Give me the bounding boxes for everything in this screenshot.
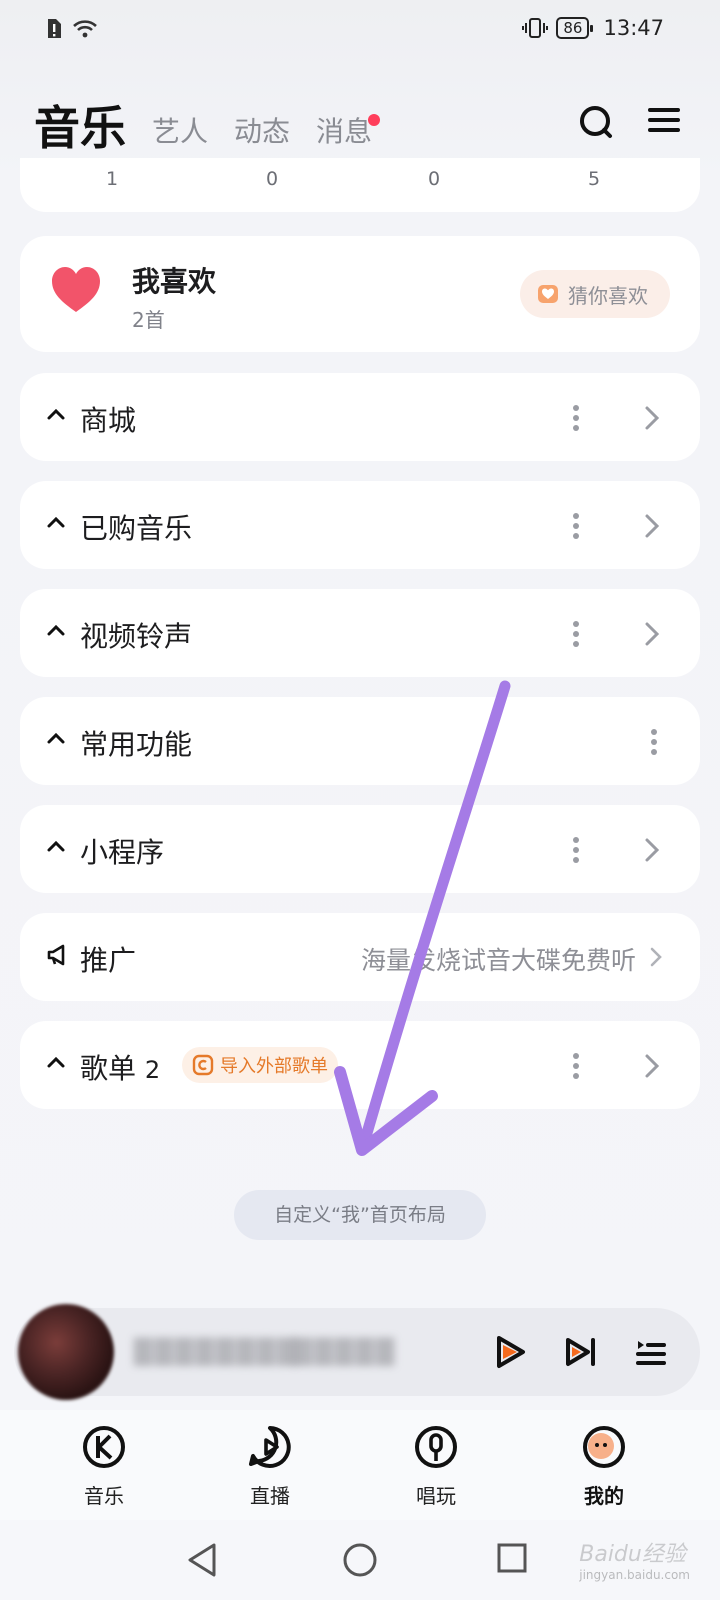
top-actions <box>578 104 680 140</box>
more-vertical-icon[interactable] <box>572 837 580 863</box>
guess-you-like-button[interactable]: 猜你喜欢 <box>520 270 670 318</box>
stats-card: 1 0 0 5 <box>20 158 700 212</box>
status-right: 86 13:47 <box>522 16 664 40</box>
album-cover[interactable] <box>18 1304 114 1400</box>
import-playlist-label: 导入外部歌单 <box>220 1056 328 1077</box>
player-artist: █████ <box>294 1338 397 1366</box>
mini-player[interactable]: ████████ █████ <box>14 1304 700 1400</box>
section-playlists[interactable]: 歌单 2 导入外部歌单 <box>20 1021 700 1109</box>
home-icon[interactable] <box>342 1542 378 1578</box>
heart-box-icon <box>538 285 558 303</box>
section-title: 已购音乐 <box>80 512 193 545</box>
section-purchased-music[interactable]: 已购音乐 <box>20 481 700 569</box>
playlist-queue-icon[interactable] <box>634 1336 666 1368</box>
customize-layout-button[interactable]: 自定义“我”首页布局 <box>234 1190 486 1240</box>
favorites-title: 我喜欢 <box>132 265 217 298</box>
section-title: 小程序 <box>80 836 165 869</box>
more-vertical-icon[interactable] <box>650 729 658 755</box>
tab-feed[interactable]: 动态 <box>234 108 290 156</box>
play-icon[interactable] <box>494 1334 528 1370</box>
nav-label: 唱玩 <box>416 1484 456 1508</box>
status-left <box>46 18 98 40</box>
chevron-right-icon[interactable] <box>644 621 660 647</box>
nav-music[interactable]: 音乐 <box>44 1424 164 1509</box>
chevron-right-icon[interactable] <box>644 405 660 431</box>
more-vertical-icon[interactable] <box>572 1053 580 1079</box>
import-playlist-button[interactable]: 导入外部歌单 <box>182 1047 338 1083</box>
chevron-up-icon[interactable] <box>46 839 66 853</box>
bottom-nav: 音乐 直播 唱玩 我的 <box>0 1410 720 1520</box>
chevron-up-icon[interactable] <box>46 731 66 745</box>
chevron-right-icon[interactable] <box>644 513 660 539</box>
more-vertical-icon[interactable] <box>572 621 580 647</box>
nav-label: 我的 <box>584 1484 624 1508</box>
watermark-brand: Baidu经验 <box>579 1542 686 1567</box>
player-song-title: ████████ <box>134 1338 298 1366</box>
tab-artists[interactable]: 艺人 <box>152 108 208 156</box>
chevron-up-icon[interactable] <box>46 407 66 421</box>
stat-value: 5 <box>588 168 601 190</box>
search-icon[interactable] <box>578 104 614 140</box>
vibrate-icon <box>522 18 549 38</box>
section-title: 视频铃声 <box>80 620 193 653</box>
recents-icon[interactable] <box>496 1542 528 1574</box>
chevron-up-icon[interactable] <box>46 623 66 637</box>
promo-text: 海量发烧试音大碟免费听 <box>360 946 636 975</box>
section-title: 歌单 2 <box>80 1047 160 1087</box>
back-icon[interactable] <box>186 1542 218 1578</box>
section-common-functions[interactable]: 常用功能 <box>20 697 700 785</box>
section-title: 常用功能 <box>80 728 193 761</box>
chevron-up-icon[interactable] <box>46 515 66 529</box>
import-icon <box>192 1054 214 1076</box>
section-mini-programs[interactable]: 小程序 <box>20 805 700 893</box>
more-vertical-icon[interactable] <box>572 513 580 539</box>
favorites-card[interactable]: 我喜欢 2首 猜你喜欢 <box>20 236 700 352</box>
tab-messages[interactable]: 消息 <box>316 108 381 156</box>
section-mall[interactable]: 商城 <box>20 373 700 461</box>
message-badge <box>368 114 381 126</box>
tab-music[interactable]: 音乐 <box>34 100 126 172</box>
promo-row[interactable]: 推广 海量发烧试音大碟免费听 <box>20 913 700 1001</box>
megaphone-icon <box>47 944 65 966</box>
system-nav-bar: Baidu经验 jingyan.baidu.com <box>0 1520 720 1600</box>
playlist-title: 歌单 <box>80 1052 137 1085</box>
promo-title: 推广 <box>80 944 137 977</box>
nav-sing[interactable]: 唱玩 <box>376 1424 496 1509</box>
section-video-ringtones[interactable]: 视频铃声 <box>20 589 700 677</box>
stat-value: 0 <box>266 168 279 190</box>
status-time: 13:47 <box>603 16 664 40</box>
guess-you-like-label: 猜你喜欢 <box>568 283 648 308</box>
playlist-count: 2 <box>144 1056 161 1084</box>
top-tab-bar: 音乐 艺人 动态 消息 <box>34 86 381 172</box>
heart-icon <box>52 267 100 312</box>
favorites-count: 2首 <box>132 308 165 332</box>
next-track-icon[interactable] <box>564 1336 598 1368</box>
chevron-right-icon[interactable] <box>650 947 662 967</box>
battery-indicator: 86 <box>556 17 594 39</box>
stat-value: 1 <box>106 168 119 190</box>
nav-label: 直播 <box>250 1484 290 1508</box>
chevron-up-icon[interactable] <box>46 1055 66 1069</box>
tab-messages-label: 消息 <box>316 115 373 148</box>
player-controls <box>494 1334 666 1370</box>
live-play-icon <box>249 1426 291 1468</box>
section-title: 商城 <box>80 404 137 437</box>
avatar-icon <box>583 1426 625 1468</box>
microphone-icon <box>415 1426 457 1468</box>
status-bar: 86 13:47 <box>0 0 720 60</box>
chevron-right-icon[interactable] <box>644 1053 660 1079</box>
nav-mine[interactable]: 我的 <box>544 1424 664 1509</box>
k-logo-icon <box>83 1426 125 1468</box>
stat-value: 0 <box>428 168 441 190</box>
sim-alert-icon <box>48 19 61 38</box>
watermark-url: jingyan.baidu.com <box>579 1568 690 1582</box>
menu-icon[interactable] <box>648 104 680 136</box>
nav-label: 音乐 <box>84 1484 124 1508</box>
nav-live[interactable]: 直播 <box>210 1424 330 1509</box>
chevron-right-icon[interactable] <box>644 837 660 863</box>
wifi-icon <box>73 20 97 38</box>
more-vertical-icon[interactable] <box>572 405 580 431</box>
baidu-watermark: Baidu经验 jingyan.baidu.com <box>579 1536 690 1582</box>
